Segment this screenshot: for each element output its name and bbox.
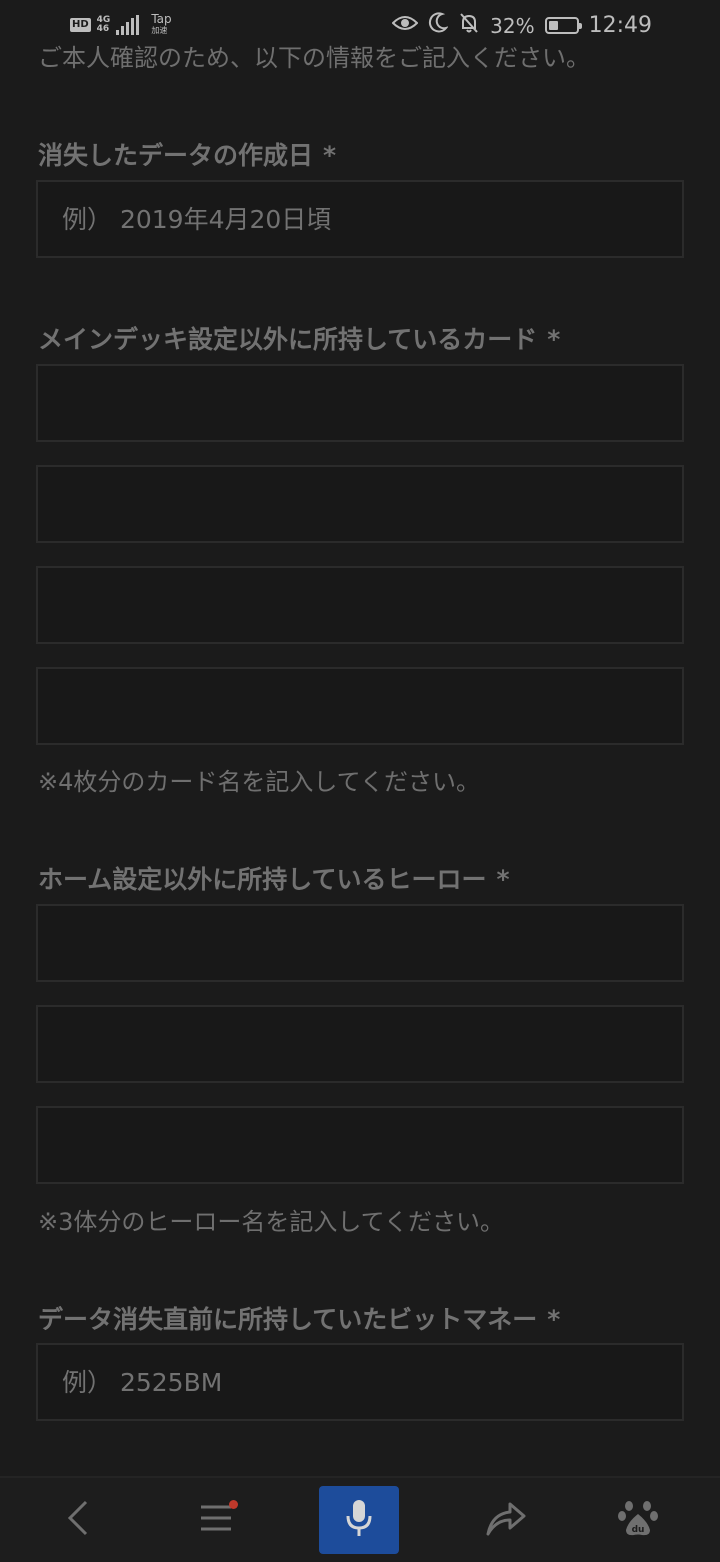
- required-mark: *: [323, 141, 337, 170]
- svg-text:du: du: [632, 1525, 645, 1535]
- bitmoney-input[interactable]: [36, 1343, 684, 1421]
- voice-search-button[interactable]: [319, 1486, 399, 1554]
- bottom-nav-bar: du: [0, 1476, 720, 1562]
- back-button[interactable]: [38, 1486, 118, 1554]
- creation-date-label: 消失したデータの作成日 *: [38, 136, 336, 172]
- tap-label: Tap: [151, 12, 172, 26]
- cards-label: メインデッキ設定以外に所持しているカード *: [38, 320, 560, 356]
- share-icon: [486, 1500, 526, 1540]
- required-mark: *: [547, 325, 561, 354]
- hd-badge: HD: [70, 18, 91, 32]
- bell-off-icon: [458, 12, 480, 39]
- hero-input-3[interactable]: [36, 1106, 684, 1184]
- bitmoney-label-text: データ消失直前に所持していたビットマネー: [38, 1305, 538, 1334]
- cards-label-text: メインデッキ設定以外に所持しているカード: [38, 325, 538, 354]
- status-right: 32% 12:49: [391, 12, 652, 39]
- back-icon: [66, 1500, 90, 1540]
- card-input-4[interactable]: [36, 667, 684, 745]
- notification-badge: [229, 1500, 238, 1509]
- signal-icon: [116, 15, 140, 35]
- clock: 12:49: [588, 13, 652, 38]
- tap-sub-label: 加速: [151, 26, 168, 35]
- required-mark: *: [547, 1305, 561, 1334]
- card-input-3[interactable]: [36, 566, 684, 644]
- creation-date-label-text: 消失したデータの作成日: [38, 141, 314, 170]
- card-input-2[interactable]: [36, 465, 684, 543]
- baidu-button[interactable]: du: [598, 1486, 678, 1554]
- share-button[interactable]: [466, 1486, 546, 1554]
- network-sub-label: 46: [96, 24, 110, 34]
- cards-note: ※4枚分のカード名を記入してください。: [38, 768, 480, 796]
- heroes-label-text: ホーム設定以外に所持しているヒーロー: [38, 865, 487, 894]
- status-left: HD 4G 46 Tap 加速: [70, 12, 172, 36]
- bitmoney-label: データ消失直前に所持していたビットマネー *: [38, 1300, 560, 1336]
- moon-icon: [428, 12, 449, 39]
- baidu-paw-icon: du: [618, 1498, 658, 1542]
- menu-icon: [199, 1503, 233, 1537]
- microphone-icon: [344, 1498, 374, 1542]
- battery-icon: [544, 17, 582, 34]
- tap-accelerator: Tap 加速: [151, 12, 172, 36]
- network-indicator: 4G 46: [97, 16, 111, 34]
- menu-button[interactable]: [176, 1486, 256, 1554]
- intro-text: ご本人確認のため、以下の情報をご記入ください。: [38, 44, 590, 70]
- card-input-1[interactable]: [36, 364, 684, 442]
- heroes-label: ホーム設定以外に所持しているヒーロー *: [38, 860, 510, 896]
- battery-percent: 32%: [490, 13, 535, 38]
- creation-date-input[interactable]: [36, 180, 684, 258]
- heroes-note: ※3体分のヒーロー名を記入してください。: [38, 1208, 504, 1236]
- eye-icon: [391, 13, 419, 38]
- required-mark: *: [496, 865, 510, 894]
- hero-input-2[interactable]: [36, 1005, 684, 1083]
- hero-input-1[interactable]: [36, 904, 684, 982]
